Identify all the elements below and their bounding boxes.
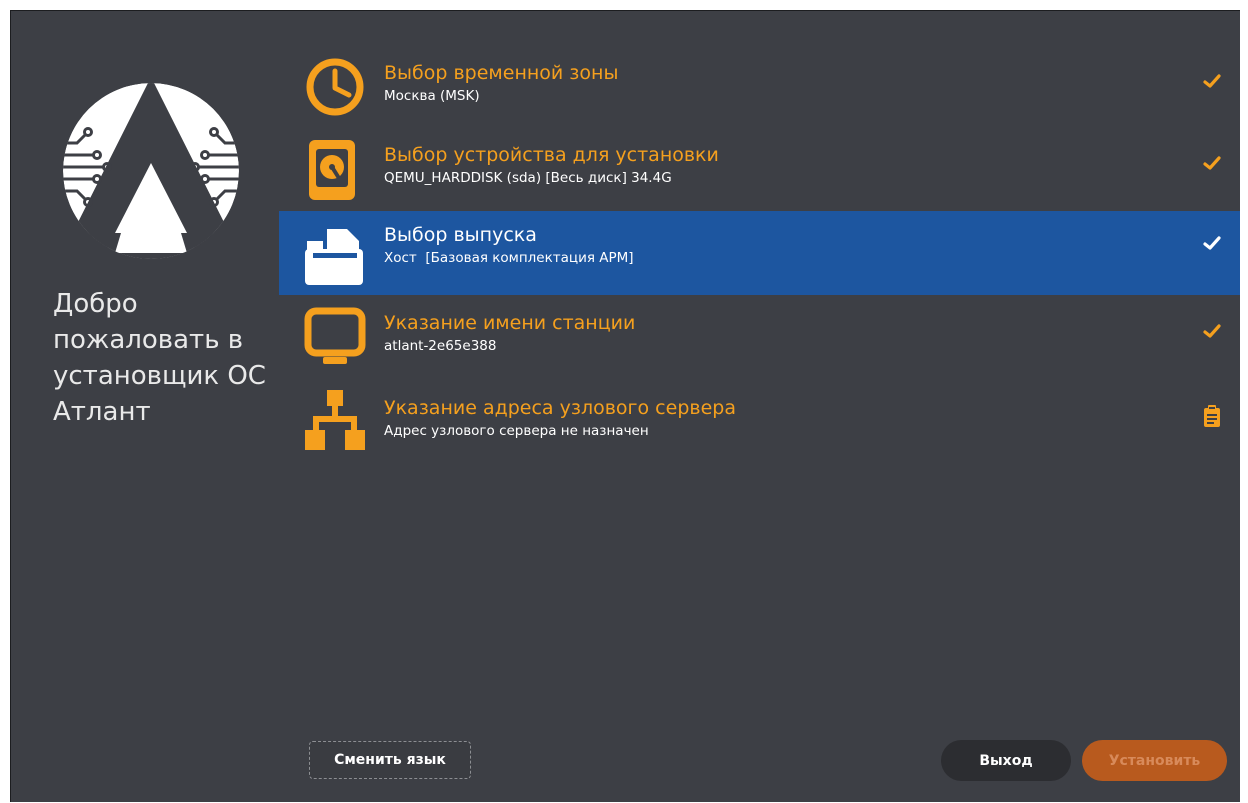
- spoke-installation-destination[interactable]: Выбор устройства для установки QEMU_HARD…: [279, 131, 1240, 215]
- spoke-title: Указание имени станции: [384, 312, 636, 334]
- spoke-timezone[interactable]: Выбор временной зоны Москва (MSK): [279, 49, 1240, 133]
- spoke-hostname[interactable]: Указание имени станции atlant-2e65e388: [279, 299, 1240, 383]
- spoke-status: Адрес узлового сервера не назначен: [384, 423, 649, 439]
- monitor-icon: [304, 307, 366, 364]
- hard-disk-icon: [309, 140, 355, 200]
- spoke-status: atlant-2e65e388: [384, 338, 497, 354]
- spoke-title: Указание адреса узлового сервера: [384, 397, 736, 419]
- welcome-heading: Добро пожаловать в установщик ОС Атлант: [53, 289, 266, 427]
- spoke-status: Москва (MSK): [384, 88, 480, 104]
- exit-button[interactable]: Выход: [941, 740, 1071, 781]
- install-button[interactable]: Установить: [1082, 740, 1227, 781]
- atlant-logo-icon: [63, 83, 239, 259]
- spoke-title: Выбор выпуска: [384, 224, 537, 246]
- checkmark-icon: [1203, 74, 1221, 88]
- change-language-button[interactable]: Сменить язык: [309, 741, 471, 779]
- clipboard-warning-icon: [1204, 405, 1220, 427]
- checkmark-icon: [1203, 324, 1221, 338]
- network-tree-icon: [305, 390, 365, 450]
- spoke-node-server[interactable]: Указание адреса узлового сервера Адрес у…: [279, 384, 1240, 468]
- clock-icon: [306, 58, 364, 116]
- package-icon: [305, 229, 363, 285]
- checkmark-icon: [1203, 236, 1221, 250]
- spoke-title: Выбор устройства для установки: [384, 144, 719, 166]
- spoke-edition-selection[interactable]: Выбор выпуска Хост [Базовая комплектация…: [279, 211, 1240, 295]
- spoke-title: Выбор временной зоны: [384, 62, 619, 84]
- checkmark-icon: [1203, 156, 1221, 170]
- spoke-status: Хост [Базовая комплектация АРМ]: [384, 250, 634, 266]
- installer-window: Добро пожаловать в установщик ОС Атлант …: [10, 10, 1240, 802]
- spoke-status: QEMU_HARDDISK (sda) [Весь диск] 34.4G: [384, 170, 672, 186]
